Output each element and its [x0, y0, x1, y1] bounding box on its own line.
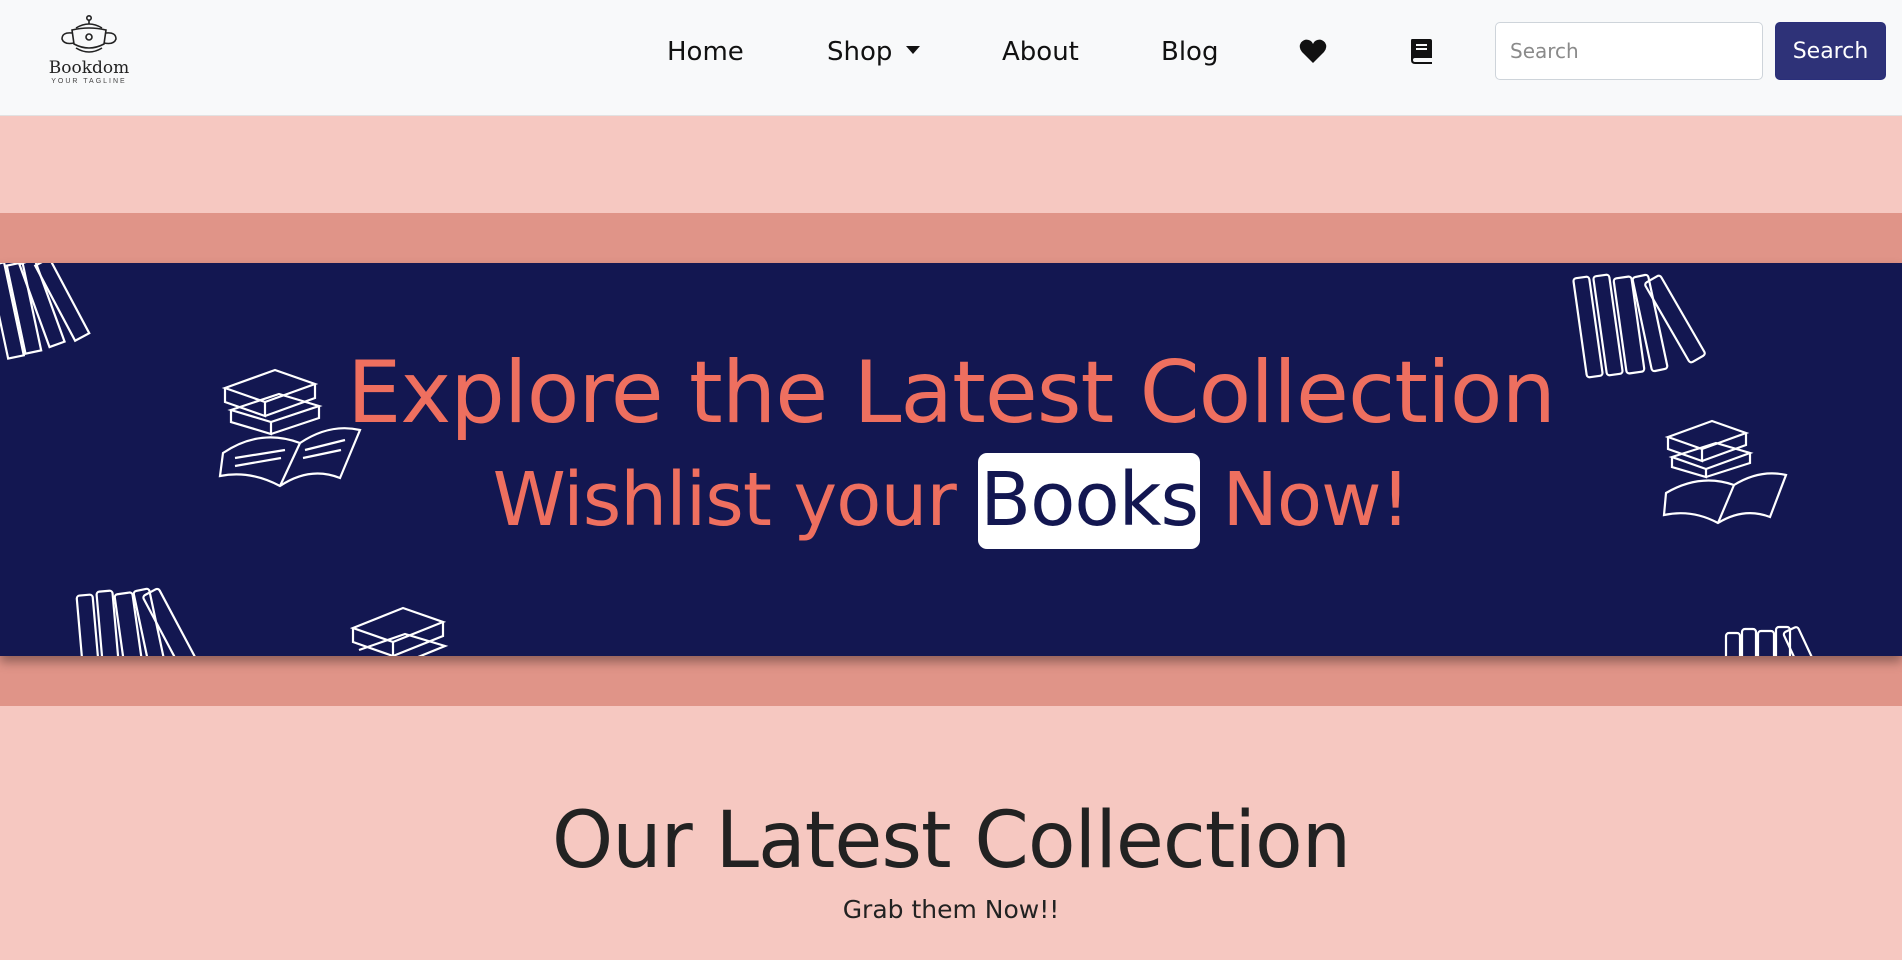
stacked-books-icon [75, 587, 200, 656]
hero-band-top [0, 213, 1902, 263]
search-input[interactable] [1495, 22, 1763, 80]
hero-title: Explore the Latest Collection [346, 343, 1556, 443]
section-title: Our Latest Collection [551, 796, 1351, 886]
brand-tagline: YOUR TAGLINE [51, 78, 127, 85]
teapot-logo-icon [61, 14, 117, 53]
brand-logo[interactable]: Bookdom YOUR TAGLINE [34, 14, 144, 92]
hero-band-bottom [0, 656, 1902, 706]
hero-subtitle-after: Now! [1200, 457, 1411, 543]
nav-about-link[interactable]: About [1002, 34, 1079, 70]
nav-home-link[interactable]: Home [667, 34, 744, 70]
chevron-down-icon [906, 45, 921, 54]
hero-subtitle-before: Wishlist your [492, 457, 979, 543]
stacked-books-icon [1724, 625, 1822, 656]
brand-name: Bookdom [48, 58, 130, 78]
top-navbar: Bookdom YOUR TAGLINE Home Shop About Blo… [0, 0, 1902, 116]
nav-blog-link[interactable]: Blog [1161, 34, 1218, 70]
hero-banner: Explore the Latest Collection Wishlist y… [0, 263, 1902, 656]
nav-shop-dropdown[interactable]: Shop [827, 34, 921, 70]
heart-icon[interactable] [1298, 36, 1328, 66]
hero-subtitle: Wishlist your Books Now! [0, 453, 1902, 549]
search-button[interactable]: Search [1775, 22, 1886, 80]
nav-shop-label: Shop [827, 37, 893, 67]
book-icon[interactable] [1407, 36, 1437, 66]
stacked-books-icon [349, 606, 449, 656]
hero-subtitle-highlight: Books [978, 453, 1201, 549]
section-subtitle: Grab them Now!! [842, 895, 1060, 924]
